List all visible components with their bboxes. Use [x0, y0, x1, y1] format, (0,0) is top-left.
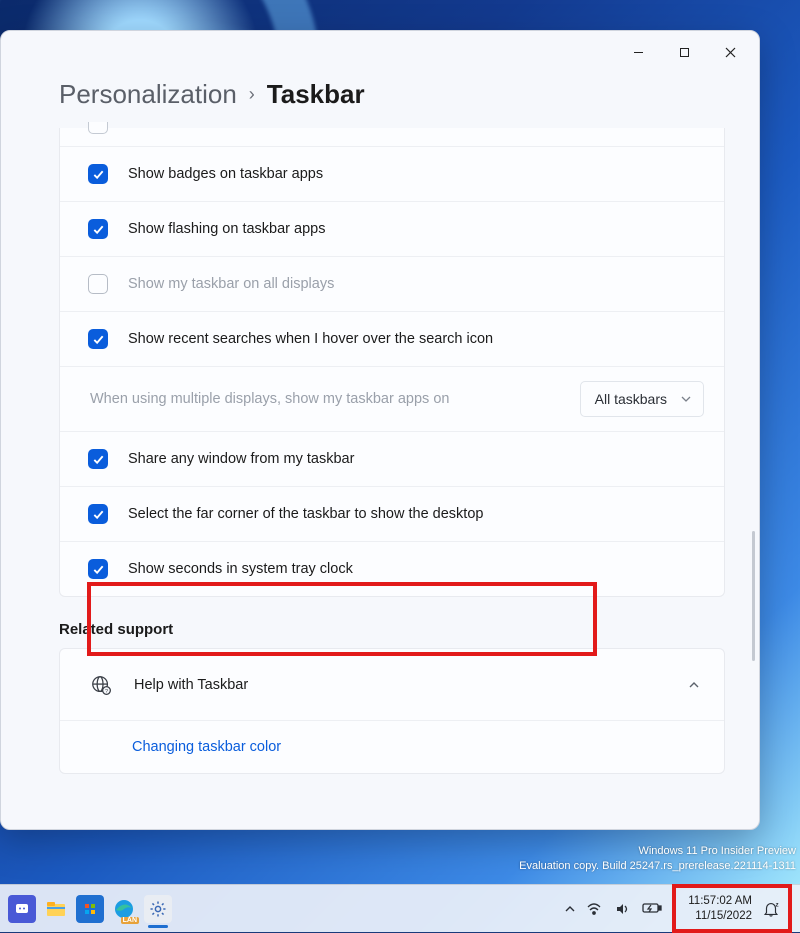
checkbox-far-corner[interactable]: [88, 504, 108, 524]
notification-center-icon[interactable]: z: [758, 896, 784, 922]
label-show-flashing: Show flashing on taskbar apps: [128, 221, 326, 237]
setting-show-flashing[interactable]: Show flashing on taskbar apps: [60, 201, 724, 256]
link-label: Changing taskbar color: [132, 739, 281, 755]
minimize-button[interactable]: [615, 37, 661, 67]
check-icon: [92, 508, 105, 521]
chevron-right-icon: ›: [249, 84, 255, 105]
checkbox-show-all-displays: [88, 274, 108, 294]
checkbox-recent-searches[interactable]: [88, 329, 108, 349]
chevron-down-icon: [681, 394, 691, 404]
volume-icon[interactable]: [614, 901, 630, 917]
setting-recent-searches[interactable]: Show recent searches when I hover over t…: [60, 311, 724, 366]
taskbar-app-settings[interactable]: [144, 895, 172, 923]
chevron-up-icon: [688, 679, 700, 691]
settings-window: Personalization › Taskbar Show badges on…: [0, 30, 760, 830]
related-support-panel: ? Help with Taskbar Changing taskbar col…: [59, 648, 725, 774]
wifi-icon[interactable]: [586, 901, 602, 917]
label-recent-searches: Show recent searches when I hover over t…: [128, 331, 493, 347]
help-with-taskbar[interactable]: ? Help with Taskbar: [60, 649, 724, 721]
related-support-header: Related support: [59, 621, 725, 638]
taskbar-app-edge[interactable]: LAN: [110, 895, 138, 923]
clock-date: 11/15/2022: [688, 909, 752, 923]
watermark-line2: Evaluation copy. Build 25247.rs_prerelea…: [519, 859, 796, 874]
system-clock[interactable]: 11:57:02 AM 11/15/2022: [682, 890, 758, 927]
taskbar-app-store[interactable]: [76, 895, 104, 923]
windows-watermark: Windows 11 Pro Insider Preview Evaluatio…: [519, 844, 796, 874]
check-icon: [92, 333, 105, 346]
setting-row-previous-stub: [60, 128, 724, 146]
setting-show-all-displays: Show my taskbar on all displays: [60, 256, 724, 311]
check-icon: [92, 168, 105, 181]
annotation-box-clock: 11:57:02 AM 11/15/2022 z: [672, 884, 792, 933]
breadcrumb: Personalization › Taskbar: [1, 71, 759, 128]
checkbox-show-badges[interactable]: [88, 164, 108, 184]
title-bar: [1, 31, 759, 71]
check-icon: [92, 223, 105, 236]
taskbar-behaviors-panel: Show badges on taskbar apps Show flashin…: [59, 128, 725, 597]
checkbox-show-flashing[interactable]: [88, 219, 108, 239]
svg-text:z: z: [776, 901, 779, 908]
taskbar: LAN 11:57:02 AM 11/15/2022: [0, 884, 800, 932]
scrollbar-thumb[interactable]: [752, 531, 755, 661]
breadcrumb-current: Taskbar: [267, 79, 365, 110]
label-show-all-displays: Show my taskbar on all displays: [128, 276, 334, 292]
setting-show-badges[interactable]: Show badges on taskbar apps: [60, 146, 724, 201]
breadcrumb-parent[interactable]: Personalization: [59, 79, 237, 110]
checkbox-stub-icon: [88, 122, 108, 134]
globe-help-icon: ?: [90, 674, 112, 696]
dropdown-value: All taskbars: [595, 391, 667, 407]
taskbar-app-explorer[interactable]: [42, 895, 70, 923]
battery-icon[interactable]: [642, 901, 662, 917]
label-show-seconds: Show seconds in system tray clock: [128, 561, 353, 577]
label-far-corner: Select the far corner of the taskbar to …: [128, 506, 483, 522]
checkbox-share-window[interactable]: [88, 449, 108, 469]
link-changing-taskbar-color[interactable]: Changing taskbar color: [60, 721, 724, 773]
label-multi-display: When using multiple displays, show my ta…: [90, 391, 580, 407]
watermark-line1: Windows 11 Pro Insider Preview: [519, 844, 796, 859]
setting-show-seconds[interactable]: Show seconds in system tray clock: [60, 541, 724, 596]
label-show-badges: Show badges on taskbar apps: [128, 166, 323, 182]
checkbox-show-seconds[interactable]: [88, 559, 108, 579]
check-icon: [92, 563, 105, 576]
close-button[interactable]: [707, 37, 753, 67]
check-icon: [92, 453, 105, 466]
setting-share-window[interactable]: Share any window from my taskbar: [60, 431, 724, 486]
setting-multi-display: When using multiple displays, show my ta…: [60, 366, 724, 431]
taskbar-app-chat[interactable]: [8, 895, 36, 923]
clock-time: 11:57:02 AM: [688, 894, 752, 908]
label-share-window: Share any window from my taskbar: [128, 451, 354, 467]
help-with-taskbar-label: Help with Taskbar: [134, 677, 248, 693]
maximize-button[interactable]: [661, 37, 707, 67]
tray-overflow-icon[interactable]: [564, 903, 576, 915]
svg-text:?: ?: [105, 688, 108, 694]
dropdown-multi-display: All taskbars: [580, 381, 704, 417]
setting-far-corner[interactable]: Select the far corner of the taskbar to …: [60, 486, 724, 541]
